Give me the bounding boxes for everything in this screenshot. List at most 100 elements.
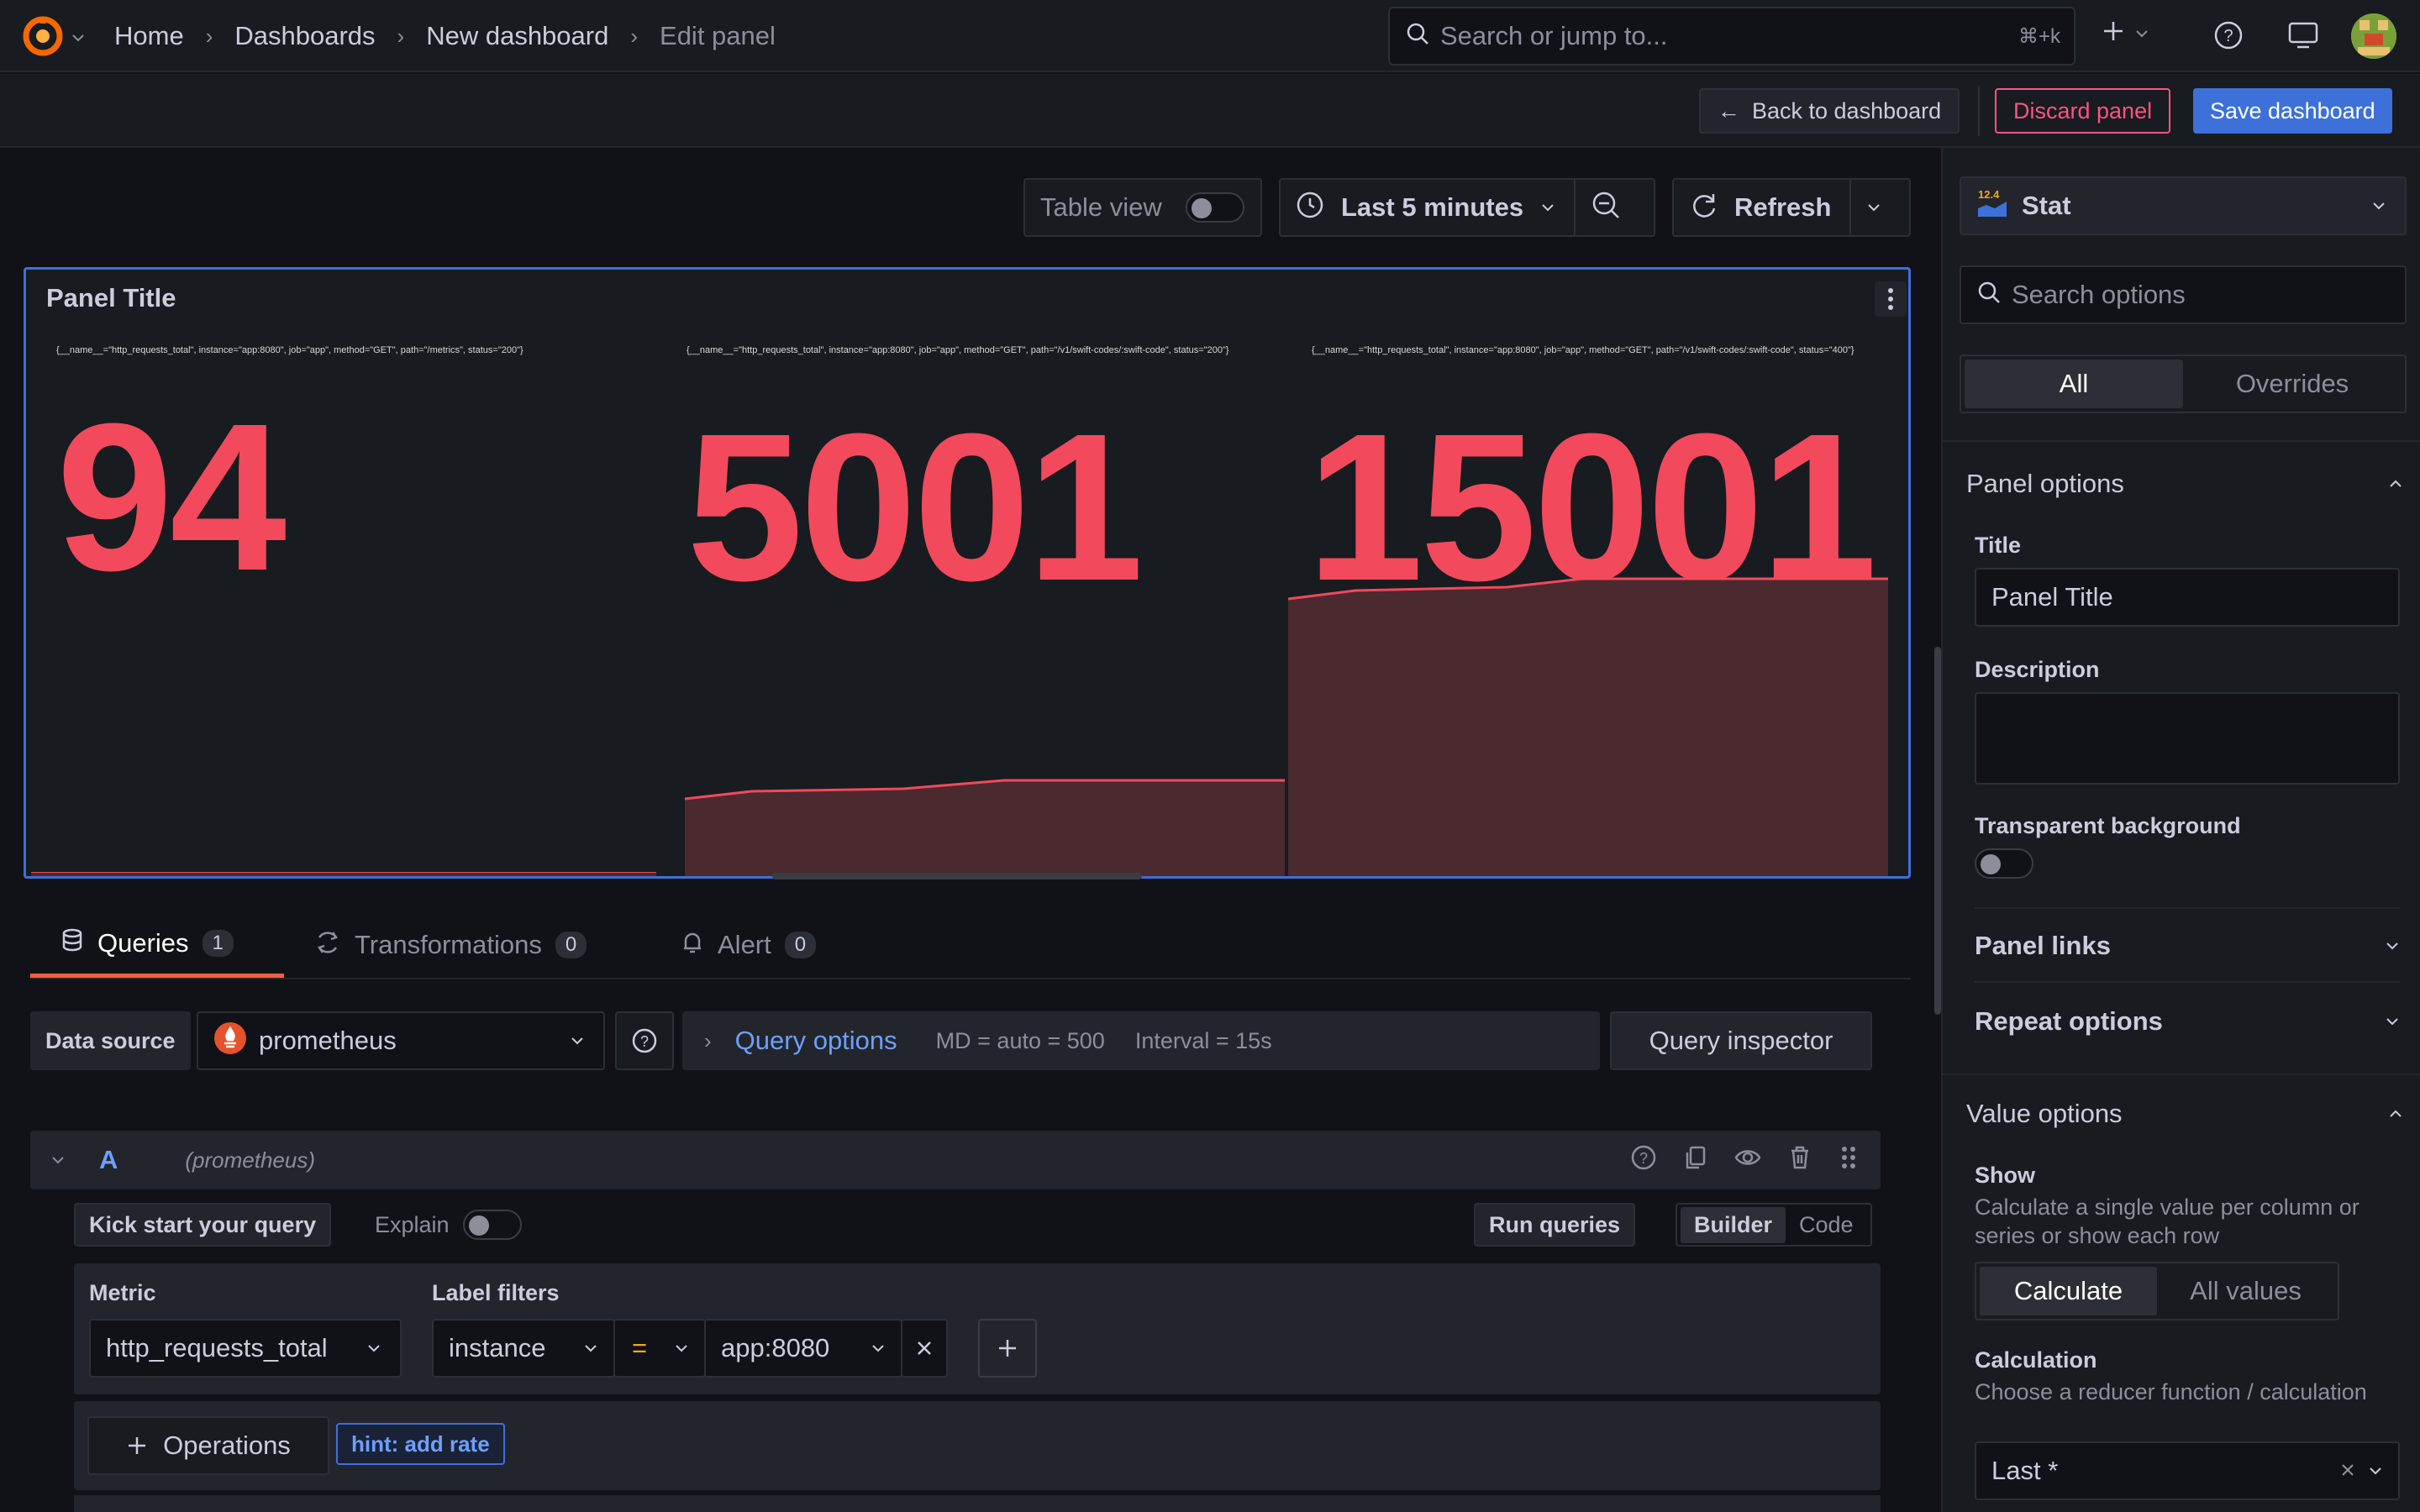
- search-input[interactable]: Search or jump to... ⌘+k: [1388, 7, 2075, 66]
- tab-transformations[interactable]: Transformations 0: [314, 912, 587, 978]
- all-options-tab[interactable]: All: [1965, 360, 2183, 408]
- stat-panel[interactable]: Panel Title {__name__="http_requests_tot…: [24, 267, 1911, 879]
- breadcrumb-separator-icon: ›: [630, 23, 639, 49]
- tab-queries-label: Queries: [97, 927, 189, 958]
- panel-options-header[interactable]: Panel options: [1966, 460, 2403, 507]
- options-filter-tabs: All Overrides: [1960, 354, 2407, 413]
- label-value-select[interactable]: app:8080: [704, 1319, 902, 1378]
- panel-menu-button[interactable]: [1875, 281, 1907, 317]
- grafana-logo-icon[interactable]: [20, 13, 66, 59]
- metric-label: Metric: [89, 1280, 156, 1305]
- overrides-tab[interactable]: Overrides: [2183, 360, 2402, 408]
- zoom-out-icon[interactable]: [1591, 190, 1621, 226]
- query-datasource-name: (prometheus): [185, 1147, 316, 1173]
- explain-toggle[interactable]: Explain: [375, 1203, 522, 1247]
- kickstart-button[interactable]: Kick start your query: [74, 1203, 332, 1247]
- tab-alert[interactable]: Alert 0: [681, 912, 817, 978]
- breadcrumb-dashboards[interactable]: Dashboards: [234, 21, 375, 51]
- more-vertical-icon: [1888, 288, 1893, 310]
- repeat-options-label: Repeat options: [1975, 1006, 2163, 1036]
- stat-value: 94: [56, 380, 287, 614]
- query-options-row[interactable]: › Query options MD = auto = 500 Interval…: [682, 1011, 1600, 1070]
- calculation-select[interactable]: Last *: [1975, 1441, 2400, 1500]
- save-dashboard-button[interactable]: Save dashboard: [2193, 88, 2392, 134]
- monitor-icon[interactable]: [2287, 20, 2319, 56]
- trash-icon[interactable]: [1786, 1144, 1813, 1177]
- add-operation-button[interactable]: Operations: [87, 1416, 329, 1475]
- run-queries-button[interactable]: Run queries: [1474, 1203, 1636, 1247]
- divider: [1849, 180, 1852, 235]
- chevron-down-icon: [570, 1028, 585, 1054]
- discard-panel-button[interactable]: Discard panel: [1995, 88, 2171, 134]
- show-label: Show: [1975, 1163, 2035, 1188]
- help-icon[interactable]: ?: [1630, 1144, 1657, 1177]
- chevron-down-icon: [2368, 1458, 2383, 1484]
- visualization-picker[interactable]: 12.4 Stat: [1960, 176, 2407, 235]
- explain-switch[interactable]: [462, 1210, 522, 1240]
- transparent-background-toggle[interactable]: [1975, 848, 2033, 879]
- chevron-down-icon: [2385, 933, 2400, 959]
- chevron-down-icon: [674, 1336, 689, 1362]
- stat-value: 5001: [687, 390, 1144, 624]
- datasource-help-button[interactable]: ?: [615, 1011, 674, 1070]
- tab-queries[interactable]: Queries 1: [30, 912, 284, 978]
- repeat-options-header[interactable]: Repeat options: [1975, 998, 2400, 1045]
- divider: [1574, 180, 1576, 235]
- chevron-down-icon[interactable]: [71, 25, 86, 51]
- copy-icon[interactable]: [1682, 1144, 1709, 1177]
- horizontal-scrollbar[interactable]: [772, 873, 1142, 879]
- remove-filter-button[interactable]: [901, 1319, 948, 1378]
- close-icon: [918, 1341, 931, 1355]
- query-inspector-button[interactable]: Query inspector: [1610, 1011, 1872, 1070]
- breadcrumb-new-dashboard[interactable]: New dashboard: [426, 21, 608, 51]
- tab-alert-count: 0: [784, 932, 817, 958]
- table-view-toggle[interactable]: Table view: [1023, 178, 1262, 237]
- value-options-title: Value options: [1966, 1099, 2123, 1128]
- value-options-header[interactable]: Value options: [1966, 1090, 2403, 1137]
- eye-icon[interactable]: [1734, 1144, 1761, 1177]
- label-operator-select[interactable]: =: [613, 1319, 706, 1378]
- clock-icon: [1296, 191, 1324, 225]
- drag-handle-icon[interactable]: [1839, 1144, 1859, 1177]
- query-ref-id[interactable]: A: [99, 1145, 118, 1175]
- query-editor-footer: [74, 1495, 1881, 1512]
- breadcrumb-edit-panel: Edit panel: [660, 21, 776, 50]
- datasource-picker[interactable]: prometheus: [197, 1011, 605, 1070]
- top-nav: Home › Dashboards › New dashboard › Edit…: [0, 0, 2420, 72]
- query-tabs: Queries 1 Transformations 0 Alert 0: [30, 912, 1911, 979]
- code-mode-button[interactable]: Code: [1786, 1207, 1867, 1243]
- max-datapoints-info: MD = auto = 500: [935, 1027, 1105, 1053]
- time-range-picker[interactable]: Last 5 minutes: [1279, 178, 1655, 237]
- stat-viz-icon: 12.4: [1976, 186, 2010, 226]
- chevron-down-icon[interactable]: [50, 1147, 66, 1173]
- stat-label: {__name__="http_requests_total", instanc…: [56, 345, 523, 355]
- breadcrumb-home[interactable]: Home: [114, 21, 184, 51]
- tab-alert-label: Alert: [718, 930, 771, 959]
- table-view-label: Table view: [1040, 192, 1162, 222]
- panel-links-header[interactable]: Panel links: [1975, 922, 2400, 969]
- chevron-down-icon[interactable]: [1866, 195, 1881, 221]
- title-field[interactable]: Panel Title: [1975, 568, 2400, 627]
- metric-select[interactable]: http_requests_total: [89, 1319, 402, 1378]
- help-icon[interactable]: ?: [2213, 20, 2244, 56]
- clear-icon[interactable]: [2339, 1458, 2356, 1484]
- add-new-button[interactable]: [2101, 18, 2149, 50]
- all-values-option[interactable]: All values: [2157, 1267, 2334, 1315]
- table-view-switch[interactable]: [1185, 192, 1244, 223]
- query-row-header[interactable]: A (prometheus) ?: [30, 1131, 1881, 1189]
- search-options-input[interactable]: Search options: [1960, 265, 2407, 324]
- hint-add-rate-button[interactable]: hint: add rate: [336, 1423, 505, 1465]
- editor-mode-switch: Builder Code: [1676, 1203, 1872, 1247]
- transform-icon: [314, 929, 341, 962]
- query-options-label[interactable]: Query options: [735, 1026, 897, 1056]
- add-filter-button[interactable]: [978, 1319, 1037, 1378]
- back-to-dashboard-button[interactable]: ← Back to dashboard: [1699, 88, 1960, 134]
- avatar[interactable]: [2351, 13, 2396, 59]
- vertical-scrollbar[interactable]: [1934, 647, 1941, 1015]
- calculate-option[interactable]: Calculate: [1980, 1267, 2157, 1315]
- description-field[interactable]: [1975, 692, 2400, 785]
- builder-mode-button[interactable]: Builder: [1681, 1206, 1786, 1243]
- search-options-placeholder: Search options: [2012, 280, 2186, 309]
- refresh-picker[interactable]: Refresh: [1672, 178, 1911, 237]
- label-key-select[interactable]: instance: [432, 1319, 615, 1378]
